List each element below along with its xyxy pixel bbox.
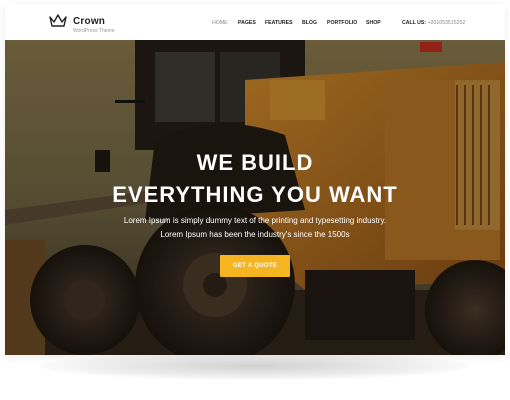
nav-item-shop[interactable]: SHOP	[366, 20, 381, 26]
brand-tagline: WordPress Theme	[73, 28, 115, 34]
nav-item-features[interactable]: FEATURES	[265, 20, 293, 26]
hero-headline-line1: WE BUILD	[196, 150, 314, 175]
hero-headline-line2: EVERYTHING YOU WANT	[112, 182, 398, 207]
nav-item-home[interactable]: HOME	[212, 20, 228, 26]
call-us-number[interactable]: +201053515252	[428, 20, 466, 26]
hero-subtext-line2: Lorem Ipsum has been the industry's sinc…	[160, 230, 350, 239]
nav-item-portfolio[interactable]: PORTFOLIO	[327, 20, 357, 26]
nav-item-blog[interactable]: BLOG	[302, 20, 317, 26]
call-us[interactable]: CALL US: +201053515252	[402, 20, 465, 26]
nav-item-pages[interactable]: PAGES	[238, 20, 256, 26]
top-navbar: Crown WordPress Theme HOME PAGES FEATURE…	[5, 4, 505, 40]
theme-preview-card: Crown WordPress Theme HOME PAGES FEATURE…	[5, 4, 505, 355]
call-us-label: CALL US:	[402, 20, 427, 26]
card-shadow	[40, 352, 470, 380]
hero-subtext-line1: Lorem Ipsum is simply dummy text of the …	[123, 216, 387, 225]
crown-icon	[49, 14, 67, 28]
brand-name[interactable]: Crown	[73, 16, 105, 27]
brand-logo[interactable]	[49, 14, 67, 28]
hero-section: WE BUILD EVERYTHING YOU WANT Lorem Ipsum…	[5, 40, 505, 355]
get-a-quote-button[interactable]: GET A QUOTE	[220, 255, 290, 277]
